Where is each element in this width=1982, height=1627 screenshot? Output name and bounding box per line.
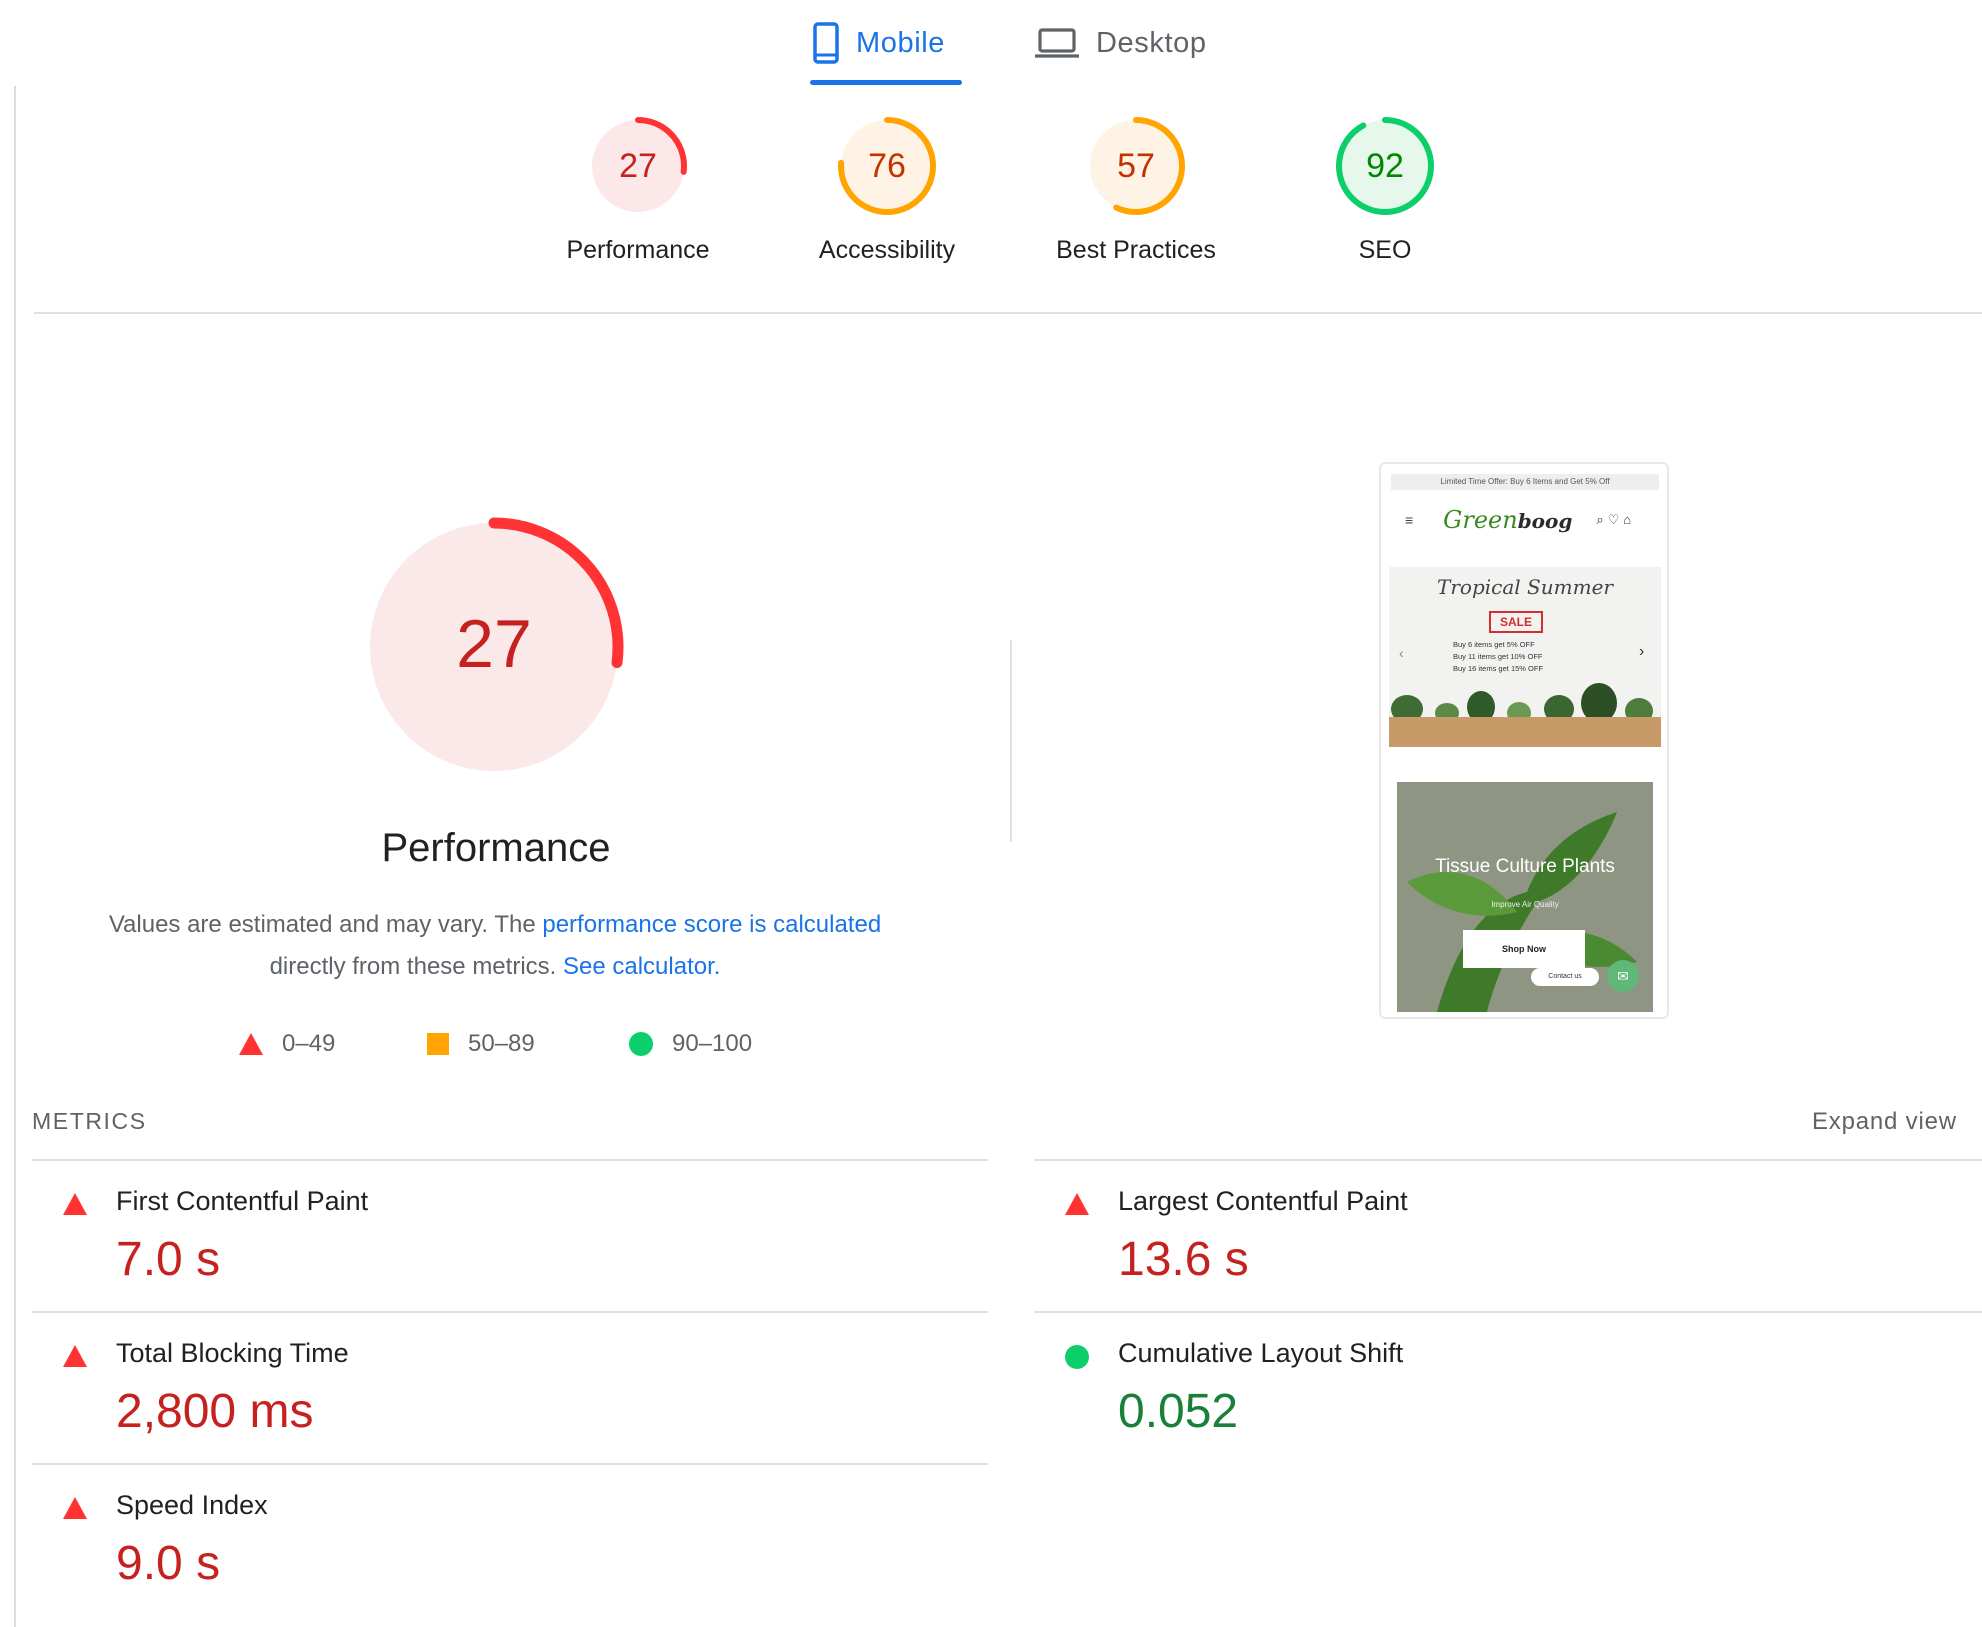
metric-first-contentful-paint: First Contentful Paint 7.0 s: [32, 1176, 932, 1326]
orange-square-icon: [427, 1033, 449, 1055]
gauge-score: 92: [1366, 147, 1404, 185]
metric-largest-contentful-paint: Largest Contentful Paint 13.6 s: [1034, 1176, 1934, 1326]
gauge-label: Accessibility: [818, 236, 956, 264]
legend-range: 0–49: [282, 1030, 336, 1057]
screenshot-banner: Tropical Summer SALE Buy 6 items get 5% …: [1389, 567, 1661, 747]
performance-score-link[interactable]: performance score is calculated: [542, 911, 881, 938]
tab-desktop-label: Desktop: [1096, 26, 1207, 59]
tab-mobile-label: Mobile: [856, 26, 946, 59]
next-arrow-icon: ›: [1639, 643, 1645, 660]
pagespeed-report: Mobile Desktop 27 Performance 76 Accessi…: [0, 0, 1982, 1627]
gauge-label: Best Practices: [1056, 236, 1216, 264]
metric-title: Total Blocking Time: [116, 1338, 349, 1368]
gauge-label: SEO: [1358, 236, 1412, 264]
legend-average: 50–89: [426, 1028, 535, 1060]
metric-divider: [32, 1311, 988, 1313]
screenshot-logo: Greenboog: [1443, 506, 1573, 534]
legend-fail: 0–49: [238, 1028, 335, 1060]
smartphone-icon: [813, 22, 839, 64]
performance-gauge-large: 27: [362, 515, 626, 784]
metric-title: First Contentful Paint: [116, 1186, 369, 1216]
metric-value: 2,800 ms: [116, 1385, 314, 1438]
gauge-ring-large: 27: [364, 517, 624, 777]
sale-badge: SALE: [1489, 611, 1543, 633]
metric-value: 13.6 s: [1118, 1233, 1249, 1286]
gauge-ring: 27: [589, 117, 687, 215]
offer-lines: Buy 6 items get 5% OFF Buy 11 items get …: [1453, 640, 1544, 673]
shop-now-button: Shop Now: [1463, 930, 1585, 968]
legend-pass: 90–100: [628, 1028, 752, 1060]
gauge-ring: 57: [1087, 117, 1185, 215]
performance-title: Performance: [381, 826, 611, 870]
shelf: [1389, 717, 1661, 747]
legend-range: 50–89: [468, 1030, 535, 1057]
legend-range: 90–100: [672, 1030, 753, 1057]
prev-arrow-icon: ‹: [1399, 645, 1404, 661]
active-tab-indicator: [810, 80, 962, 85]
performance-description: Values are estimated and may vary. The p…: [70, 904, 920, 988]
metric-speed-index: Speed Index 9.0 s: [32, 1480, 932, 1627]
green-circle-icon: [1065, 1345, 1089, 1369]
metric-total-blocking-time: Total Blocking Time 2,800 ms: [32, 1328, 932, 1478]
screenshot-product-card: Tissue Culture Plants Improve Air Qualit…: [1397, 782, 1653, 1012]
red-triangle-icon: [1065, 1193, 1089, 1215]
metric-divider: [1034, 1159, 1982, 1161]
metric-title: Speed Index: [116, 1490, 268, 1520]
gauge-ring: 76: [838, 117, 936, 215]
device-tabs: Mobile Desktop: [0, 0, 1982, 86]
gauge-label: Performance: [566, 236, 710, 264]
metric-cumulative-layout-shift: Cumulative Layout Shift 0.052: [1034, 1328, 1934, 1478]
page-screenshot[interactable]: Limited Time Offer: Buy 6 Items and Get …: [1379, 462, 1669, 1019]
desc-text: directly from these metrics.: [269, 953, 563, 980]
red-triangle-icon: [63, 1497, 87, 1519]
metric-value: 7.0 s: [116, 1233, 221, 1286]
laptop-icon: [1035, 28, 1079, 58]
banner-title: Tropical Summer: [1437, 575, 1613, 599]
metrics-header: METRICS: [32, 1108, 147, 1134]
chat-icon: ✉: [1607, 960, 1639, 992]
gauge-ring: 92: [1336, 117, 1434, 215]
red-triangle-icon: [239, 1033, 263, 1055]
red-triangle-icon: [63, 1193, 87, 1215]
gauge-score: 27: [619, 147, 657, 185]
left-border: [14, 86, 16, 1627]
card-subtitle: Improve Air Quality: [1491, 900, 1559, 909]
metric-divider: [32, 1159, 988, 1161]
metric-title: Largest Contentful Paint: [1118, 1186, 1408, 1216]
performance-score-large: 27: [456, 606, 532, 682]
red-triangle-icon: [63, 1345, 87, 1367]
vertical-divider: [1010, 640, 1012, 842]
metric-divider: [32, 1463, 988, 1465]
gauge-score: 76: [868, 147, 906, 185]
tab-mobile[interactable]: Mobile: [812, 0, 962, 86]
screenshot-header: ≡ Greenboog ⌕♡⌂: [1391, 498, 1659, 542]
gauge-performance[interactable]: 27 Performance: [533, 114, 743, 265]
expand-view-toggle[interactable]: Expand view: [1812, 1108, 1957, 1136]
gauge-best-practices[interactable]: 57 Best Practices: [1031, 114, 1241, 265]
menu-icon: ≡: [1405, 512, 1414, 528]
metric-value: 9.0 s: [116, 1537, 221, 1590]
screenshot-announcement: Limited Time Offer: Buy 6 Items and Get …: [1391, 474, 1659, 490]
gauge-score: 57: [1117, 147, 1155, 185]
metric-title: Cumulative Layout Shift: [1118, 1338, 1404, 1368]
metric-value: 0.052: [1118, 1385, 1239, 1438]
gauge-seo[interactable]: 92 SEO: [1280, 114, 1490, 265]
card-title: Tissue Culture Plants: [1435, 856, 1615, 877]
contact-pill: Contact us: [1531, 968, 1599, 986]
header-icons: ⌕♡⌂: [1596, 512, 1636, 527]
see-calculator-link[interactable]: See calculator.: [563, 953, 720, 980]
green-circle-icon: [629, 1032, 653, 1056]
section-divider: [34, 312, 1982, 314]
desc-text: Values are estimated and may vary. The: [108, 911, 543, 938]
gauge-accessibility[interactable]: 76 Accessibility: [782, 114, 992, 265]
tab-desktop[interactable]: Desktop: [1034, 0, 1234, 86]
metric-divider: [1034, 1311, 1982, 1313]
